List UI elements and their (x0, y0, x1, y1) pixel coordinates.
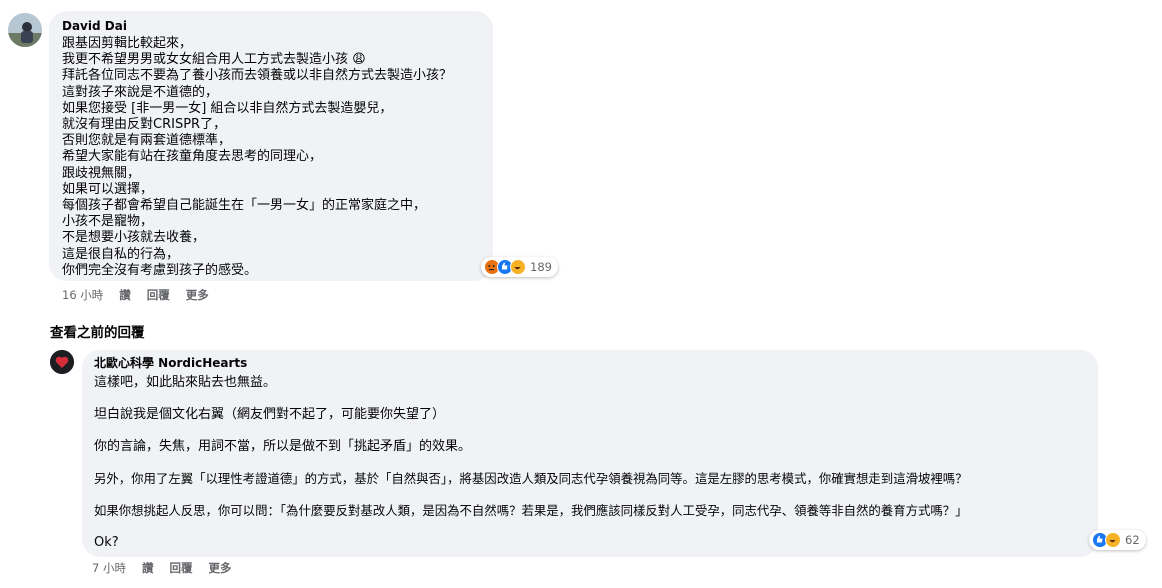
view-previous-replies[interactable]: 查看之前的回覆 (50, 321, 145, 341)
reaction-summary[interactable]: 189 (481, 257, 558, 277)
comment-line: 這對孩子來說是不道德的， (62, 84, 219, 100)
comment-line: 跟基因剪輯比較起來， (62, 36, 193, 51)
comment-paragraph: 你的言論，失焦，用詞不當，所以是做不到「挑起矛盾」的效果。 (94, 439, 472, 454)
comment-paragraph: 如果你想挑起人反思，你可以問：「為什麼要反對基改人類，是因為不自然嗎？若果是，我… (94, 503, 968, 518)
reply-button[interactable]: 回覆 (169, 560, 192, 576)
comment-line: 不是想要小孩就去收養， (62, 230, 206, 246)
haha-icon (510, 259, 526, 275)
comment-actions: 7 小時 讚 回覆 更多 (92, 560, 231, 576)
comment-line: 我更不希望男男或女女組合用人工方式去製造小孩 😩 (62, 52, 366, 68)
comment-paragraph: 這樣吧，如此貼來貼去也無益。 (94, 375, 277, 390)
comment-bubble-nordichearts: 北歐心科學 NordicHearts 這樣吧，如此貼來貼去也無益。 坦白說我是個… (82, 350, 1098, 557)
avatar-image (50, 350, 74, 374)
timestamp[interactable]: 16 小時 (62, 287, 103, 303)
reaction-count: 189 (530, 260, 552, 274)
comment-line: 否則您就是有兩套道德標準， (62, 133, 232, 149)
comment-paragraph: 另外，你用了左翼「以理性考證道德」的方式，基於「自然與否」，將基因改造人類及同志… (94, 471, 968, 486)
reaction-count: 62 (1125, 533, 1140, 547)
comment-line: 跟歧視無關， (62, 165, 141, 181)
comment-bubble-david-dai: David Dai 跟基因剪輯比較起來， 我更不希望男男或女女組合用人工方式去製… (49, 11, 493, 281)
like-button[interactable]: 讚 (119, 287, 131, 303)
comment-line: 如果您接受 [非一男一女] 組合以非自然方式去製造嬰兒， (62, 100, 393, 116)
comment-line: 每個孩子都會希望自己能誕生在「一男一女」的正常家庭之中， (62, 198, 427, 214)
comment-line: 希望大家能有站在孩童角度去思考的同理心， (62, 149, 323, 165)
more-button[interactable]: 更多 (208, 560, 231, 576)
comment-paragraph: 坦白說我是個文化右翼（網友們對不起了，可能要你失望了） (94, 407, 446, 422)
avatar-nordichearts[interactable] (50, 350, 74, 374)
comment-author[interactable]: 北歐心科學 NordicHearts (94, 355, 247, 371)
avatar-image (8, 13, 42, 47)
comment-paragraph: Ok? (94, 535, 119, 550)
comment-line: 你們完全沒有考慮到孩子的感受。 (62, 262, 258, 278)
avatar-david-dai[interactable] (8, 13, 42, 47)
comment-line: 拜託各位同志不要為了養小孩而去領養或以非自然方式去製造小孩？ (62, 68, 453, 84)
timestamp[interactable]: 7 小時 (92, 560, 126, 576)
comment-text: 跟基因剪輯比較起來， 我更不希望男男或女女組合用人工方式去製造小孩 😩 拜託各位… (62, 36, 452, 279)
comment-line: 就沒有理由反對CRISPR了， (62, 117, 227, 133)
comment-actions: 16 小時 讚 回覆 更多 (62, 287, 209, 303)
like-button[interactable]: 讚 (142, 560, 154, 576)
comment-line: 如果可以選擇， (62, 181, 154, 197)
haha-icon (1105, 532, 1121, 548)
comment-line: 這是很自私的行為， (62, 246, 180, 262)
comment-author[interactable]: David Dai (62, 18, 127, 34)
reply-button[interactable]: 回覆 (147, 287, 170, 303)
comment-line: 小孩不是寵物， (62, 214, 154, 230)
more-button[interactable]: 更多 (186, 287, 209, 303)
reaction-summary[interactable]: 62 (1089, 530, 1146, 550)
